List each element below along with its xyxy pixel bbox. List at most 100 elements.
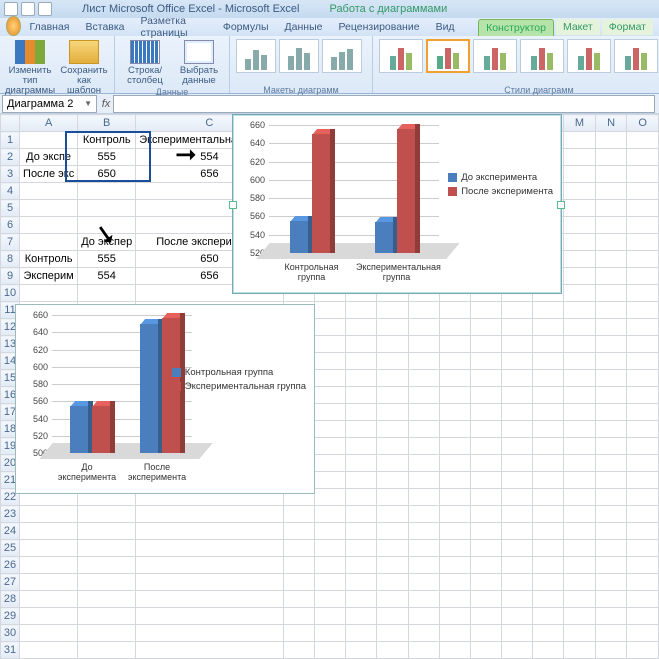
cell[interactable] [408, 455, 439, 472]
cell[interactable]: Контроль [20, 251, 78, 268]
cell[interactable] [563, 540, 595, 557]
cell[interactable] [408, 642, 439, 659]
cell[interactable] [471, 472, 502, 489]
cell[interactable] [136, 574, 283, 591]
cell[interactable] [595, 455, 626, 472]
cell[interactable] [627, 353, 659, 370]
cell[interactable] [408, 438, 439, 455]
cell[interactable] [440, 404, 471, 421]
office-button[interactable] [6, 16, 21, 36]
tab-review[interactable]: Рецензирование [331, 19, 426, 35]
cell[interactable] [471, 540, 502, 557]
row-header[interactable]: 23 [1, 506, 20, 523]
cell[interactable]: 650 [78, 166, 136, 183]
cell[interactable] [315, 438, 346, 455]
cell[interactable] [346, 608, 377, 625]
cell[interactable] [627, 472, 659, 489]
name-box[interactable]: Диаграмма 2 ▼ [2, 95, 97, 113]
cell[interactable] [408, 489, 439, 506]
cell[interactable] [595, 234, 626, 251]
row-header[interactable]: 31 [1, 642, 20, 659]
row-header[interactable]: 10 [1, 285, 20, 302]
cell[interactable] [408, 370, 439, 387]
cell[interactable] [20, 642, 78, 659]
cell[interactable] [533, 625, 564, 642]
cell[interactable] [440, 370, 471, 387]
cell[interactable] [595, 523, 626, 540]
cell[interactable] [627, 217, 659, 234]
cell[interactable] [283, 540, 314, 557]
cell[interactable] [595, 387, 626, 404]
cell[interactable] [346, 336, 377, 353]
cell[interactable] [501, 625, 532, 642]
cell[interactable] [440, 506, 471, 523]
chart-object[interactable]: 520540560580600620640660Контрольная груп… [232, 114, 562, 294]
cell[interactable] [283, 608, 314, 625]
cell[interactable] [315, 591, 346, 608]
cell[interactable] [346, 421, 377, 438]
cell[interactable] [627, 421, 659, 438]
row-header[interactable]: 9 [1, 268, 20, 285]
cell[interactable] [501, 438, 532, 455]
cell[interactable] [283, 642, 314, 659]
cell[interactable] [533, 319, 564, 336]
cell[interactable] [408, 319, 439, 336]
row-header[interactable]: 5 [1, 200, 20, 217]
cell[interactable] [563, 336, 595, 353]
cell[interactable] [440, 489, 471, 506]
cell[interactable] [78, 183, 136, 200]
cell[interactable] [595, 132, 626, 149]
cell[interactable] [315, 302, 346, 319]
cell[interactable] [471, 591, 502, 608]
cell[interactable] [471, 608, 502, 625]
cell[interactable] [377, 370, 409, 387]
cell[interactable] [533, 472, 564, 489]
cell[interactable] [440, 540, 471, 557]
cell[interactable] [440, 438, 471, 455]
cell[interactable] [627, 557, 659, 574]
cell[interactable] [501, 557, 532, 574]
tab-view[interactable]: Вид [429, 19, 462, 35]
select-data-button[interactable]: Выбрать данные [175, 38, 223, 86]
cell[interactable] [533, 642, 564, 659]
qat-undo-icon[interactable] [21, 2, 35, 16]
cell[interactable] [627, 183, 659, 200]
cell[interactable] [595, 268, 626, 285]
chart-bar[interactable] [375, 222, 393, 253]
cell[interactable] [20, 625, 78, 642]
cell[interactable] [595, 370, 626, 387]
cell[interactable] [136, 540, 283, 557]
chart-bar[interactable] [312, 134, 330, 253]
cell[interactable] [377, 642, 409, 659]
cell[interactable] [20, 574, 78, 591]
cell[interactable] [595, 166, 626, 183]
col-header[interactable]: M [563, 115, 595, 132]
cell[interactable] [346, 302, 377, 319]
cell[interactable] [20, 217, 78, 234]
cell[interactable] [377, 489, 409, 506]
chart-layouts-gallery[interactable] [236, 38, 366, 84]
cell[interactable] [471, 625, 502, 642]
cell[interactable] [346, 438, 377, 455]
cell[interactable] [501, 591, 532, 608]
cell[interactable] [346, 404, 377, 421]
cell[interactable] [627, 336, 659, 353]
cell[interactable] [440, 353, 471, 370]
cell[interactable] [533, 574, 564, 591]
cell[interactable] [471, 489, 502, 506]
cell[interactable] [563, 625, 595, 642]
chart-legend[interactable]: Контрольная группаЭкспериментальная груп… [172, 364, 306, 395]
cell[interactable] [346, 574, 377, 591]
cell[interactable] [78, 285, 136, 302]
worksheet[interactable]: ABCDEFGHIJKLMNO1КонтрольЭкспериментальна… [0, 114, 659, 659]
cell[interactable] [20, 523, 78, 540]
row-header[interactable]: 26 [1, 557, 20, 574]
cell[interactable] [501, 404, 532, 421]
cell[interactable] [136, 557, 283, 574]
cell[interactable] [563, 574, 595, 591]
cell[interactable] [136, 591, 283, 608]
cell[interactable] [563, 132, 595, 149]
tab-format[interactable]: Формат [602, 19, 653, 35]
cell[interactable] [346, 557, 377, 574]
cell[interactable] [346, 353, 377, 370]
